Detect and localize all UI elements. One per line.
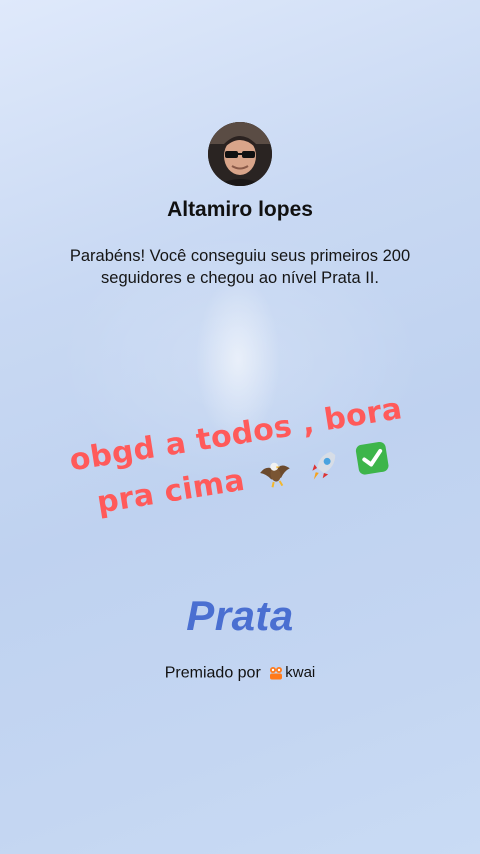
- eagle-icon: [256, 454, 297, 507]
- rocket-icon: [304, 447, 345, 500]
- achievement-message: Parabéns! Você conseguiu seus primeiros …: [69, 247, 411, 287]
- avatar[interactable]: [208, 122, 272, 186]
- kwai-brand: kwai: [269, 664, 315, 681]
- kwai-logo-icon: [270, 666, 283, 679]
- awarded-by-label: Premiado por: [164, 664, 261, 682]
- user-caption: obgd a todos , bora pra cima: [35, 381, 445, 540]
- profile-name: Altamiro lopes: [167, 198, 313, 221]
- kwai-brand-name: kwai: [285, 664, 316, 681]
- check-mark-icon: [352, 439, 393, 492]
- level-name: Prata: [186, 592, 294, 639]
- awarded-by: Premiado por kwai: [0, 664, 480, 683]
